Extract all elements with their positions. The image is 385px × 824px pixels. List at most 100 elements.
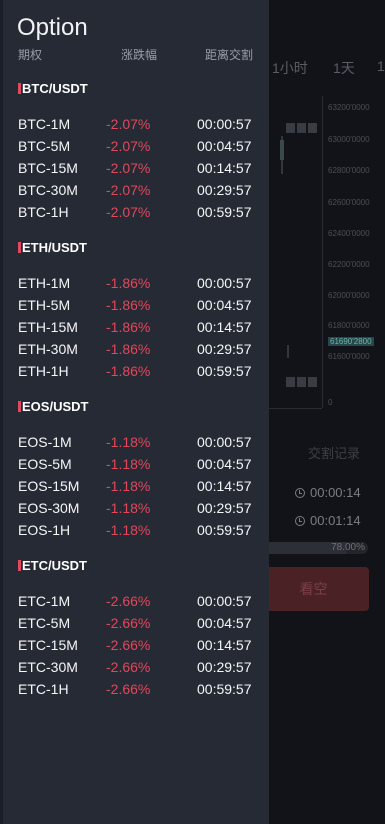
time-to-delivery: 00:14:57 — [197, 160, 252, 176]
timeframe-1h-tab[interactable]: 1小时 — [272, 58, 308, 78]
option-symbol: EOS-15M — [18, 478, 80, 494]
chart-control-icon[interactable] — [308, 377, 317, 387]
axis-label: 62400'0000 — [328, 229, 370, 238]
short-button[interactable]: 看空 — [258, 567, 369, 611]
chart-control-icon[interactable] — [286, 377, 295, 387]
change-percent: -2.66% — [106, 681, 151, 697]
option-row[interactable]: BTC-30M -2.07% 00:29:57 — [0, 180, 269, 200]
option-row[interactable]: ETC-30M -2.66% 00:29:57 — [0, 657, 269, 677]
axis-label: 63200'0000 — [328, 103, 370, 112]
option-row[interactable]: EOS-1H -1.18% 00:59:57 — [0, 520, 269, 540]
axis-label: 62000'0000 — [328, 291, 370, 300]
change-percent: -2.07% — [106, 138, 151, 154]
option-row[interactable]: EOS-5M -1.18% 00:04:57 — [0, 454, 269, 474]
group-name: ETC/USDT — [22, 557, 87, 573]
time-to-delivery: 00:04:57 — [197, 615, 252, 631]
option-row[interactable]: EOS-15M -1.18% 00:14:57 — [0, 476, 269, 496]
change-percent: -1.86% — [106, 363, 151, 379]
axis-label: 0 — [328, 398, 333, 407]
time-to-delivery: 00:04:57 — [197, 297, 252, 313]
option-symbol: ETC-1H — [18, 681, 69, 697]
option-row[interactable]: EOS-30M -1.18% 00:29:57 — [0, 498, 269, 518]
timeframe-more-tab[interactable]: 1 — [377, 58, 385, 74]
timeframe-1d-tab[interactable]: 1天 — [333, 58, 355, 78]
change-percent: -2.07% — [106, 116, 151, 132]
option-row[interactable]: BTC-15M -2.07% 00:14:57 — [0, 158, 269, 178]
change-percent: -1.18% — [106, 456, 151, 472]
time-to-delivery: 00:00:57 — [197, 593, 252, 609]
change-percent: -2.07% — [106, 160, 151, 176]
time-to-delivery: 00:59:57 — [197, 681, 252, 697]
group-header: ETH/USDT — [18, 239, 87, 255]
countdown-value: 00:01:14 — [310, 513, 361, 528]
option-symbol: EOS-30M — [18, 500, 80, 516]
time-to-delivery: 00:00:57 — [197, 116, 252, 132]
option-symbol: ETH-1M — [18, 275, 71, 291]
option-symbol: ETC-5M — [18, 615, 71, 631]
change-percent: -1.18% — [106, 522, 151, 538]
change-percent: -1.86% — [106, 319, 151, 335]
time-to-delivery: 00:29:57 — [197, 182, 252, 198]
option-row[interactable]: ETH-15M -1.86% 00:14:57 — [0, 317, 269, 337]
time-to-delivery: 00:00:57 — [197, 275, 252, 291]
axis-label: 62200'0000 — [328, 260, 370, 269]
option-row[interactable]: BTC-1M -2.07% 00:00:57 — [0, 114, 269, 134]
option-row[interactable]: ETC-1M -2.66% 00:00:57 — [0, 591, 269, 611]
group-name: BTC/USDT — [22, 80, 88, 96]
change-percent: -1.86% — [106, 297, 151, 313]
chart-control-icon[interactable] — [297, 377, 306, 387]
group-name: EOS/USDT — [22, 398, 89, 414]
current-price-label: 61690'2800 — [328, 337, 374, 346]
axis-label: 62600'0000 — [328, 198, 370, 207]
time-to-delivery: 00:00:57 — [197, 434, 252, 450]
option-symbol: ETH-15M — [18, 319, 78, 335]
time-to-delivery: 00:04:57 — [197, 138, 252, 154]
time-to-delivery: 00:04:57 — [197, 456, 252, 472]
group-accent-bar — [18, 82, 21, 94]
option-row[interactable]: EOS-1M -1.18% 00:00:57 — [0, 432, 269, 452]
change-percent: -1.18% — [106, 478, 151, 494]
option-row[interactable]: ETC-15M -2.66% 00:14:57 — [0, 635, 269, 655]
change-percent: -1.86% — [106, 275, 151, 291]
option-symbol: ETC-1M — [18, 593, 71, 609]
option-symbol: ETC-30M — [18, 659, 78, 675]
option-row[interactable]: ETH-5M -1.86% 00:04:57 — [0, 295, 269, 315]
option-drawer: Option 期权 涨跌幅 距离交割 BTC/USDT BTC-1M -2.07% 0… — [0, 0, 269, 824]
candlestick-chart — [280, 136, 289, 358]
option-symbol: EOS-1M — [18, 434, 72, 450]
time-to-delivery: 00:59:57 — [197, 204, 252, 220]
time-to-delivery: 00:14:57 — [197, 478, 252, 494]
change-percent: -2.66% — [106, 593, 151, 609]
option-row[interactable]: ETH-1H -1.86% 00:59:57 — [0, 361, 269, 381]
option-row[interactable]: BTC-5M -2.07% 00:04:57 — [0, 136, 269, 156]
option-row[interactable]: ETH-1M -1.86% 00:00:57 — [0, 273, 269, 293]
time-to-delivery: 00:59:57 — [197, 363, 252, 379]
option-symbol: BTC-5M — [18, 138, 71, 154]
change-percent: -2.66% — [106, 637, 151, 653]
change-percent: -1.18% — [106, 434, 151, 450]
option-row[interactable]: BTC-1H -2.07% 00:59:57 — [0, 202, 269, 222]
option-row[interactable]: ETC-5M -2.66% 00:04:57 — [0, 613, 269, 633]
column-header-delivery-time: 距离交割 — [205, 48, 254, 62]
change-percent: -2.66% — [106, 659, 151, 675]
chart-axis-line — [322, 96, 323, 408]
change-percent: -2.07% — [106, 204, 151, 220]
group-name: ETH/USDT — [22, 239, 87, 255]
time-to-delivery: 00:14:57 — [197, 637, 252, 653]
change-percent: -2.66% — [106, 615, 151, 631]
option-symbol: ETH-5M — [18, 297, 71, 313]
time-to-delivery: 00:14:57 — [197, 319, 252, 335]
option-row[interactable]: ETC-1H -2.66% 00:59:57 — [0, 679, 269, 699]
group-accent-bar — [18, 559, 21, 571]
option-row[interactable]: ETH-30M -1.86% 00:29:57 — [0, 339, 269, 359]
option-symbol: EOS-5M — [18, 456, 72, 472]
countdown-timer: 00:01:14 — [295, 513, 361, 528]
progress-bar: 78.00% — [268, 542, 368, 554]
axis-label: 62800'0000 — [328, 166, 370, 175]
change-percent: -1.18% — [106, 500, 151, 516]
progress-label: 78.00% — [331, 542, 365, 553]
option-symbol: BTC-1M — [18, 116, 71, 132]
group-accent-bar — [18, 241, 21, 253]
delivery-record-tab[interactable]: 交割记录 — [308, 443, 360, 462]
axis-label: 61800'0000 — [328, 321, 370, 330]
